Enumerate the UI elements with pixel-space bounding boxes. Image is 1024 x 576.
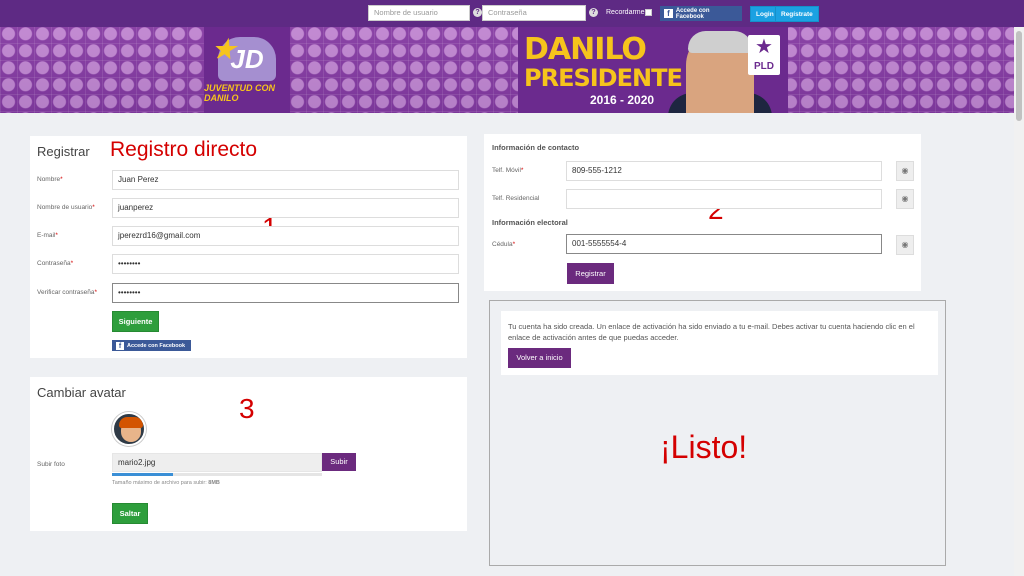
name-label: Nombre*: [37, 176, 63, 183]
top-bar: Nombre de usuario ? Contraseña ? Recorda…: [0, 0, 1024, 27]
pld-logo-text: PLD: [754, 61, 774, 72]
banner-title: DANILO: [524, 32, 647, 67]
home-phone-label: Telf. Residencial: [492, 195, 540, 202]
avatar: [112, 412, 146, 446]
success-panel: Tu cuenta ha sido creada. Un enlace de a…: [489, 300, 946, 566]
contact-panel: Información de contacto 2 Telf. Móvil* 8…: [484, 134, 921, 291]
banner-subtitle: PRESIDENTE: [524, 64, 683, 92]
file-name-field[interactable]: mario2.jpg: [112, 453, 322, 472]
upload-progress-bar: [112, 473, 322, 476]
verify-password-label: Verificar contraseña*: [37, 289, 97, 296]
max-size-note: Tamaño máximo de archivo para subir: 8MB: [112, 480, 220, 486]
portrait-hair: [688, 31, 752, 53]
jd-logo-block: ★ JD JUVENTUD CON DANILO: [204, 27, 290, 113]
jd-logo: ★ JD: [212, 34, 276, 81]
banner-years: 2016 - 2020: [590, 93, 655, 107]
upload-label: Subir foto: [37, 461, 65, 468]
avatar-panel: Cambiar avatar 3 Subir foto mario2.jpg S…: [30, 377, 467, 531]
username-label: Nombre de usuario*: [37, 204, 95, 211]
page-scrollbar[interactable]: [1014, 27, 1024, 576]
remember-label: Recordarme: [606, 9, 645, 16]
facebook-icon: f: [116, 341, 124, 350]
success-message: Tu cuenta ha sido creada. Un enlace de a…: [508, 322, 915, 342]
register-button[interactable]: Registrar: [567, 263, 614, 284]
register-panel: Registrar Registro directo 1 Nombre* Jua…: [30, 136, 467, 358]
skip-button[interactable]: Saltar: [112, 503, 148, 524]
campaign-banner: ★ JD JUVENTUD CON DANILO DANILO PRESIDEN…: [0, 27, 1014, 113]
remember-checkbox[interactable]: [645, 9, 652, 16]
upload-progress-fill: [112, 473, 173, 476]
verify-password-field[interactable]: ••••••••: [112, 283, 459, 303]
mobile-visibility-icon[interactable]: ◉: [896, 161, 914, 181]
jd-logo-letters: JD: [230, 44, 264, 74]
pld-star-icon: ★: [755, 36, 773, 58]
register-facebook-label: Accede con Facebook: [127, 342, 186, 349]
avatar-title: Cambiar avatar: [37, 385, 126, 400]
email-label: E-mail*: [37, 232, 58, 239]
mobile-label: Telf. Móvil*: [492, 167, 524, 174]
facebook-icon: f: [664, 9, 673, 18]
mobile-field[interactable]: 809-555-1212: [566, 161, 882, 181]
home-phone-visibility-icon[interactable]: ◉: [896, 189, 914, 209]
id-label: Cédula*: [492, 241, 516, 248]
home-phone-field[interactable]: [566, 189, 882, 209]
jd-logo-subtitle: JUVENTUD CON DANILO: [204, 83, 276, 103]
contact-heading: Información de contacto: [492, 143, 580, 152]
register-top-button[interactable]: Regístrate: [775, 6, 819, 22]
star-icon: ★: [212, 34, 236, 64]
facebook-login-label: Accede con Facebook: [675, 7, 710, 20]
name-field[interactable]: Juan Perez: [112, 170, 459, 190]
upload-button[interactable]: Subir: [322, 453, 356, 471]
next-button[interactable]: Siguiente: [112, 311, 159, 332]
electoral-heading: Información electoral: [492, 218, 568, 227]
password-help-icon[interactable]: ?: [589, 8, 598, 17]
password-label: Contraseña*: [37, 260, 74, 267]
success-message-box: Tu cuenta ha sido creada. Un enlace de a…: [501, 311, 938, 375]
id-field[interactable]: 001-5555554-4: [566, 234, 882, 254]
register-title: Registrar: [37, 144, 90, 159]
pld-logo: ★ PLD: [748, 35, 780, 75]
register-annotation: Registro directo: [110, 138, 258, 161]
register-facebook-button[interactable]: f Accede con Facebook: [112, 340, 191, 351]
username-help-icon[interactable]: ?: [473, 8, 482, 17]
facebook-login-button[interactable]: f Accede con Facebook: [660, 6, 742, 21]
username-field[interactable]: juanperez: [112, 198, 459, 218]
password-field[interactable]: ••••••••: [112, 254, 459, 274]
step-three-annotation: 3: [239, 393, 255, 424]
scrollbar-thumb[interactable]: [1016, 31, 1022, 121]
done-annotation: ¡Listo!: [660, 429, 748, 465]
password-input[interactable]: Contraseña: [482, 5, 586, 21]
email-field[interactable]: jperezrd16@gmail.com: [112, 226, 459, 246]
username-input[interactable]: Nombre de usuario: [368, 5, 470, 21]
back-home-button[interactable]: Volver a inicio: [508, 348, 571, 368]
id-visibility-icon[interactable]: ◉: [896, 235, 914, 255]
